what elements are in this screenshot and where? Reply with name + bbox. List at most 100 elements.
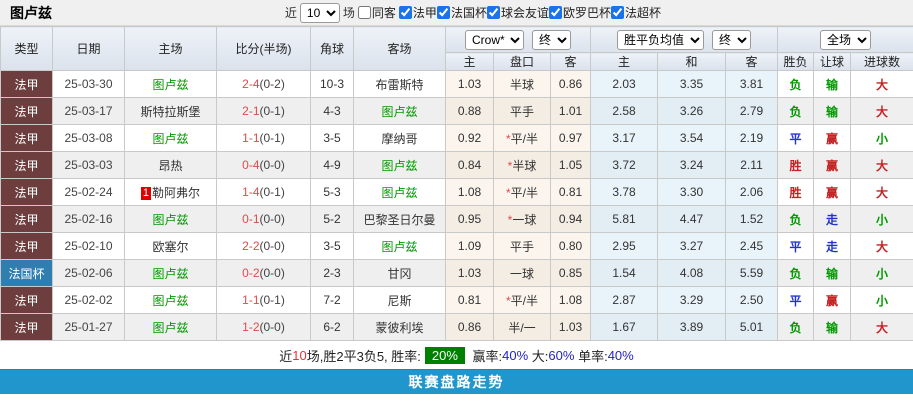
cell-eu-draw-odds: 3.30 (658, 179, 726, 206)
cell-eu-away-odds: 1.52 (726, 206, 778, 233)
asian-handicap-controls: Crow* 终 (446, 27, 591, 53)
cell-eu-draw-odds: 4.08 (658, 260, 726, 287)
cell-home-team: 图卢兹 (125, 287, 217, 314)
europe-odds-select[interactable]: 胜平负均值 (617, 30, 704, 50)
col-header-goals: 进球数 (851, 53, 913, 71)
cell-eu-away-odds: 5.59 (726, 260, 778, 287)
cell-ah-away-odds: 0.81 (551, 179, 591, 206)
cell-eu-home-odds: 5.81 (591, 206, 658, 233)
cell-eu-away-odds: 2.19 (726, 125, 778, 152)
table-row: 法甲 25-01-27 图卢兹 1-2(0-0) 6-2 蒙彼利埃 0.86 半… (1, 314, 913, 341)
cell-goals-result: 大 (851, 71, 913, 98)
league-filter-checkbox[interactable]: 法超杯 (611, 4, 661, 21)
cell-score: 1-4(0-1) (217, 179, 311, 206)
cell-away-team: 图卢兹 (354, 152, 446, 179)
league-filter-checkbox[interactable]: 法国杯 (437, 4, 487, 21)
cell-league-type: 法甲 (1, 71, 53, 98)
cell-goals-result: 小 (851, 260, 913, 287)
table-row: 法甲 25-03-30 图卢兹 2-4(0-2) 10-3 布雷斯特 1.03 … (1, 71, 913, 98)
cell-goals-result: 大 (851, 179, 913, 206)
league-filter-checkbox-input[interactable] (437, 6, 450, 19)
cell-score: 2-1(0-1) (217, 98, 311, 125)
cell-handicap-result: 输 (814, 260, 851, 287)
summary-stats: 近10场,胜2平3负5, 胜率:20% 赢率:40% 大:60% 单率:40% (0, 341, 913, 369)
cell-eu-home-odds: 3.72 (591, 152, 658, 179)
col-header-handicap-result: 让球 (814, 53, 851, 71)
cell-home-team: 欧塞尔 (125, 233, 217, 260)
cell-eu-home-odds: 1.67 (591, 314, 658, 341)
cell-goals-result: 小 (851, 287, 913, 314)
cell-ah-away-odds: 1.03 (551, 314, 591, 341)
eu-time-select[interactable]: 终 (712, 30, 751, 50)
cell-ah-home-odds: 0.95 (446, 206, 494, 233)
scope-select[interactable]: 全场 (820, 30, 871, 50)
league-filter-checkbox-input[interactable] (487, 6, 500, 19)
cell-goals-result: 小 (851, 125, 913, 152)
cell-handicap-result: 输 (814, 71, 851, 98)
cell-home-team: 图卢兹 (125, 314, 217, 341)
cell-ah-line: *平/半 (494, 125, 551, 152)
cell-score: 1-2(0-0) (217, 314, 311, 341)
cell-win-loss-result: 负 (778, 206, 814, 233)
same-away-checkbox-input[interactable] (358, 6, 371, 19)
league-filter-checkbox-input[interactable] (611, 6, 624, 19)
cell-ah-away-odds: 0.94 (551, 206, 591, 233)
col-header-wl: 胜负 (778, 53, 814, 71)
cell-eu-draw-odds: 4.47 (658, 206, 726, 233)
table-row: 法甲 25-03-17 斯特拉斯堡 2-1(0-1) 4-3 图卢兹 0.88 … (1, 98, 913, 125)
cell-date: 25-03-30 (53, 71, 125, 98)
table-row: 法甲 25-03-08 图卢兹 1-1(0-1) 3-5 摩纳哥 0.92 *平… (1, 125, 913, 152)
league-handicap-trend-button[interactable]: 联赛盘路走势 (0, 369, 913, 394)
cell-league-type: 法甲 (1, 152, 53, 179)
cell-corner: 3-5 (311, 125, 354, 152)
league-filter-checkbox[interactable]: 法甲 (399, 4, 437, 21)
league-filter-checkbox[interactable]: 球会友谊 (487, 4, 549, 21)
cell-date: 25-02-16 (53, 206, 125, 233)
cell-ah-line: *平/半 (494, 287, 551, 314)
league-filter-checkbox-input[interactable] (399, 6, 412, 19)
cell-score: 0-4(0-0) (217, 152, 311, 179)
cell-eu-away-odds: 2.11 (726, 152, 778, 179)
cell-handicap-result: 赢 (814, 179, 851, 206)
cell-eu-away-odds: 3.81 (726, 71, 778, 98)
cell-date: 25-02-10 (53, 233, 125, 260)
league-filter-checkbox[interactable]: 欧罗巴杯 (549, 4, 611, 21)
bottom-gap (0, 394, 913, 402)
cell-date: 25-02-02 (53, 287, 125, 314)
col-header-date: 日期 (53, 27, 125, 71)
cell-away-team: 巴黎圣日尔曼 (354, 206, 446, 233)
table-row: 法国杯 25-02-06 图卢兹 0-2(0-0) 2-3 甘冈 1.03 一球… (1, 260, 913, 287)
col-header-eu-draw: 和 (658, 53, 726, 71)
same-away-checkbox[interactable]: 同客 (358, 4, 396, 21)
bookmaker-select[interactable]: Crow* (465, 30, 524, 50)
cell-ah-home-odds: 0.84 (446, 152, 494, 179)
cell-score: 2-4(0-2) (217, 71, 311, 98)
cell-date: 25-02-24 (53, 179, 125, 206)
cell-win-loss-result: 负 (778, 98, 814, 125)
scope-controls: 全场 (778, 27, 913, 53)
cell-away-team: 图卢兹 (354, 179, 446, 206)
match-history-table: 类型 日期 主场 比分(半场) 角球 客场 Crow* 终 胜平负均值 终 全场 (0, 26, 913, 341)
cell-away-team: 图卢兹 (354, 98, 446, 125)
cell-ah-home-odds: 0.81 (446, 287, 494, 314)
col-header-ah-home: 主 (446, 53, 494, 71)
cell-away-team: 图卢兹 (354, 233, 446, 260)
cell-date: 25-02-06 (53, 260, 125, 287)
cell-handicap-result: 走 (814, 233, 851, 260)
table-row: 法甲 25-02-24 1勒阿弗尔 1-4(0-1) 5-3 图卢兹 1.08 … (1, 179, 913, 206)
cell-ah-home-odds: 0.92 (446, 125, 494, 152)
col-header-ah-line: 盘口 (494, 53, 551, 71)
handicap-win-rate: 40% (502, 348, 528, 363)
cell-home-team: 斯特拉斯堡 (125, 98, 217, 125)
cell-eu-away-odds: 2.50 (726, 287, 778, 314)
recent-count-select[interactable]: 10 (300, 3, 340, 23)
cell-away-team: 尼斯 (354, 287, 446, 314)
cell-ah-line: *半球 (494, 152, 551, 179)
page-title: 图卢兹 (10, 3, 52, 23)
cell-handicap-result: 输 (814, 314, 851, 341)
cell-ah-away-odds: 0.85 (551, 260, 591, 287)
ah-time-select[interactable]: 终 (532, 30, 571, 50)
cell-eu-draw-odds: 3.29 (658, 287, 726, 314)
league-filter-checkbox-input[interactable] (549, 6, 562, 19)
cell-eu-home-odds: 2.87 (591, 287, 658, 314)
